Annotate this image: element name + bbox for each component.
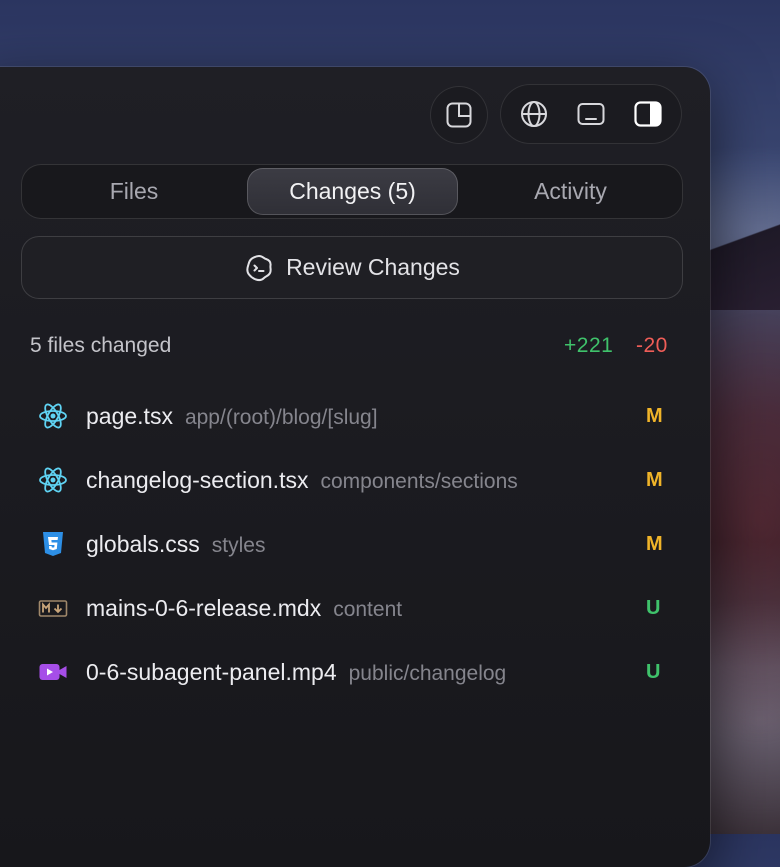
status-badge: U bbox=[646, 596, 661, 619]
status-badge: M bbox=[646, 532, 663, 555]
file-name: changelog-section.tsx components/sections bbox=[86, 466, 518, 493]
review-changes-button[interactable]: Review Changes bbox=[21, 236, 683, 299]
markdown-icon bbox=[38, 593, 68, 623]
file-row[interactable]: globals.css styles M bbox=[0, 519, 700, 569]
review-changes-label: Review Changes bbox=[286, 254, 460, 280]
globe-icon bbox=[521, 101, 548, 127]
file-name: page.tsx app/(root)/blog/[slug] bbox=[86, 402, 378, 429]
files-changed-summary: 5 files changed bbox=[30, 334, 172, 357]
file-path: styles bbox=[211, 533, 266, 557]
tab-activity[interactable]: Activity bbox=[462, 168, 679, 215]
file-name: globals.css styles bbox=[86, 530, 266, 557]
sidebar-toggle-icon bbox=[634, 101, 662, 127]
tab-files[interactable]: Files bbox=[25, 168, 243, 215]
video-icon bbox=[38, 657, 68, 687]
file-path: content bbox=[333, 597, 403, 621]
file-path: public/changelog bbox=[348, 661, 507, 685]
file-row[interactable]: changelog-section.tsx components/sections… bbox=[0, 455, 700, 505]
file-row[interactable]: mains-0-6-release.mdx content U bbox=[0, 583, 700, 633]
react-icon bbox=[38, 401, 68, 431]
review-icon bbox=[246, 254, 272, 281]
file-row[interactable]: page.tsx app/(root)/blog/[slug] M bbox=[0, 391, 700, 441]
browser-button[interactable] bbox=[507, 90, 561, 138]
status-badge: M bbox=[646, 404, 663, 427]
file-row[interactable]: 0-6-subagent-panel.mp4 public/changelog U bbox=[0, 647, 700, 697]
tab-changes[interactable]: Changes (5) bbox=[247, 168, 458, 215]
css-icon bbox=[38, 529, 68, 559]
status-badge: U bbox=[646, 660, 661, 683]
additions-count: +221 bbox=[564, 334, 614, 357]
status-badge: M bbox=[646, 468, 663, 491]
deletions-count: -20 bbox=[636, 334, 668, 357]
sidebar-toggle-button[interactable] bbox=[621, 90, 675, 138]
terminal-icon bbox=[577, 103, 605, 125]
window-panel-icon bbox=[446, 102, 472, 128]
file-path: app/(root)/blog/[slug] bbox=[184, 405, 378, 429]
file-name: 0-6-subagent-panel.mp4 public/changelog bbox=[86, 658, 507, 685]
terminal-button[interactable] bbox=[564, 90, 618, 138]
react-icon bbox=[38, 465, 68, 495]
file-name: mains-0-6-release.mdx content bbox=[86, 594, 403, 621]
view-toggle-group bbox=[500, 84, 682, 144]
tab-bar: Files Changes (5) Activity bbox=[21, 164, 683, 219]
file-path: components/sections bbox=[320, 469, 518, 493]
window-panel-button[interactable] bbox=[430, 86, 488, 144]
